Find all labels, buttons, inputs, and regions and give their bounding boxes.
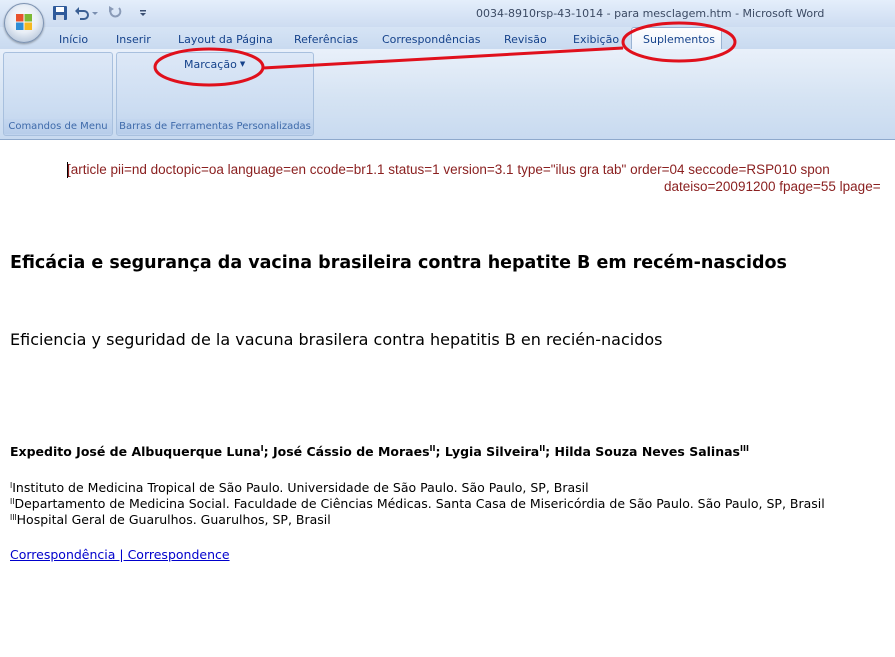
document-page[interactable]: [article pii=nd doctopic=oa language=en … (0, 140, 895, 657)
tab-suplementos[interactable]: Suplementos (631, 27, 722, 50)
author-name: Hilda Souza Neves Salinas (554, 444, 740, 460)
tab-inserir[interactable]: Inserir (116, 33, 151, 46)
affiliation-text: Instituto de Medicina Tropical de São Pa… (12, 480, 589, 495)
affiliation-mark: III (10, 513, 17, 522)
undo-icon[interactable] (74, 5, 90, 21)
affiliation-line: IIDepartamento de Medicina Social. Facul… (10, 496, 825, 511)
window-title: 0034-8910rsp-43-1014 - para mesclagem.ht… (476, 7, 825, 20)
redo-icon[interactable] (106, 5, 122, 21)
marcacao-dropdown-button[interactable]: Marcação ▼ (184, 58, 245, 71)
document-subtitle: Eficiencia y seguridad de la vacuna bras… (10, 330, 663, 349)
title-bar: 0034-8910rsp-43-1014 - para mesclagem.ht… (0, 0, 895, 27)
author-affiliation-mark: III (740, 444, 749, 453)
affiliation-line: IInstituto de Medicina Tropical de São P… (10, 480, 589, 495)
markup-tag-line-2: dateiso=20091200 fpage=55 lpage= (664, 179, 881, 194)
author-affiliation-mark: II (539, 444, 546, 453)
author-list: Expedito José de Albuquerque LunaI; José… (10, 444, 749, 460)
group-comandos-de-menu: Comandos de Menu (3, 52, 113, 136)
author-affiliation-mark: II (429, 444, 436, 453)
affiliation-text: Hospital Geral de Guarulhos. Guarulhos, … (16, 512, 331, 527)
group-label-comandos-de-menu: Comandos de Menu (4, 119, 112, 134)
tab-referencias[interactable]: Referências (294, 33, 358, 46)
correspondence-link[interactable]: Correspondência | Correspondence (10, 547, 230, 562)
document-title: Eficácia e segurança da vacina brasileir… (10, 253, 787, 273)
marcacao-label: Marcação (184, 58, 237, 71)
author-name: José Cássio de Moraes (272, 444, 430, 460)
tab-correspondencias[interactable]: Correspondências (382, 33, 481, 46)
ribbon-panel: Comandos de Menu Barras de Ferramentas P… (0, 49, 895, 140)
author-name: Expedito José de Albuquerque Luna (10, 444, 261, 460)
tab-revisao[interactable]: Revisão (504, 33, 547, 46)
tab-inicio[interactable]: Início (59, 33, 88, 46)
undo-dropdown-icon[interactable] (91, 5, 99, 21)
author-affiliation-mark: I (260, 444, 264, 453)
tab-layout-da-pagina[interactable]: Layout da Página (178, 33, 273, 46)
office-logo-icon (16, 14, 32, 30)
markup-tag-line-1: [article pii=nd doctopic=oa language=en … (67, 162, 830, 177)
affiliation-text: Departamento de Medicina Social. Faculda… (14, 496, 825, 511)
chevron-down-icon: ▼ (239, 60, 246, 68)
tab-exibicao[interactable]: Exibição (573, 33, 619, 46)
office-button[interactable] (4, 3, 44, 43)
author-name: Lygia Silveira (444, 444, 540, 460)
ribbon-tabs: Início Inserir Layout da Página Referênc… (0, 27, 895, 49)
save-icon[interactable] (52, 5, 68, 21)
group-label-barras-de-ferramentas: Barras de Ferramentas Personalizadas (117, 119, 313, 134)
customize-quick-access-icon[interactable] (138, 5, 148, 21)
affiliation-line: IIIHospital Geral de Guarulhos. Guarulho… (10, 512, 331, 527)
tab-suplementos-label: Suplementos (643, 33, 715, 46)
